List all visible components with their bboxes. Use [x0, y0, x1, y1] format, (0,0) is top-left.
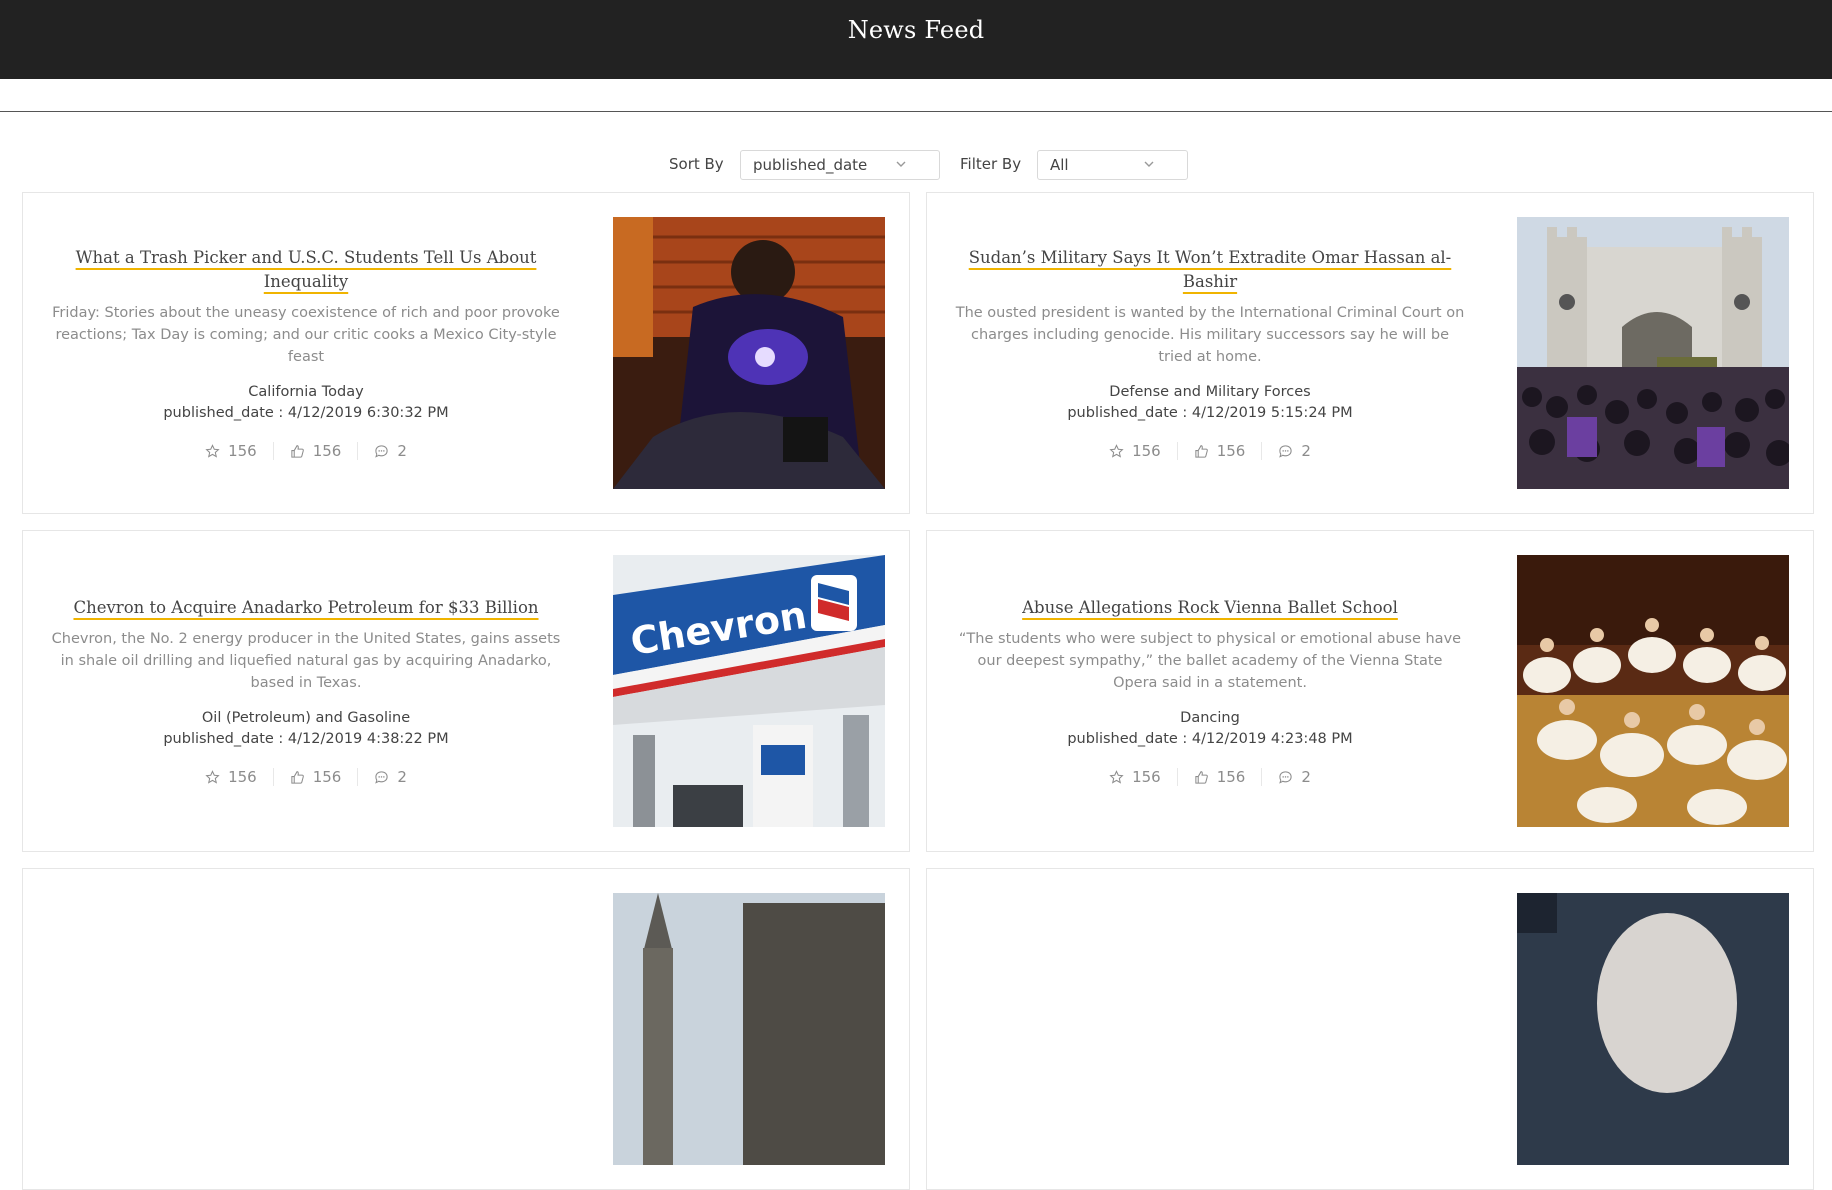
like-action[interactable]: 156	[272, 768, 358, 786]
ballet-dancers-photo	[1517, 555, 1789, 827]
article-card	[926, 868, 1814, 1190]
subnav-bar	[0, 79, 1832, 112]
star-icon	[205, 769, 220, 784]
article-section: Defense and Military Forces	[1109, 384, 1311, 400]
sudan-protest-photo	[1517, 217, 1789, 489]
like-count: 156	[1216, 768, 1246, 786]
article-image[interactable]	[613, 217, 885, 489]
article-image[interactable]	[1517, 555, 1789, 827]
like-action[interactable]: 156	[272, 442, 358, 460]
filter-select[interactable]: All	[1037, 150, 1188, 180]
article-text: Chevron to Acquire Anadarko Petroleum fo…	[51, 531, 561, 851]
page-title: News Feed	[847, 16, 985, 44]
like-action[interactable]: 156	[1176, 442, 1262, 460]
article-title-link[interactable]: Sudan’s Military Says It Won’t Extradite…	[955, 246, 1465, 294]
building-photo	[613, 893, 885, 1165]
article-stats: 156 156 2	[189, 768, 423, 786]
article-abstract: “The students who were subject to physic…	[958, 631, 1462, 691]
star-icon	[1109, 443, 1124, 458]
star-action[interactable]: 156	[1093, 442, 1177, 460]
article-date: published_date : 4/12/2019 5:15:24 PM	[1067, 405, 1353, 421]
article-text: Abuse Allegations Rock Vienna Ballet Sch…	[955, 531, 1465, 851]
article-abstract: Friday: Stories about the uneasy coexist…	[52, 305, 560, 365]
like-action[interactable]: 156	[1176, 768, 1262, 786]
article-abstract: The ousted president is wanted by the In…	[955, 305, 1465, 365]
comment-icon	[1279, 444, 1293, 458]
app-header: News Feed	[0, 0, 1832, 79]
like-icon	[291, 770, 304, 784]
article-text: Sudan’s Military Says It Won’t Extradite…	[955, 193, 1465, 513]
star-icon	[205, 443, 220, 458]
star-icon	[1109, 769, 1124, 784]
sort-label: Sort By	[669, 155, 724, 173]
star-action[interactable]: 156	[189, 442, 273, 460]
comment-icon	[375, 770, 389, 784]
article-card: Sudan’s Military Says It Won’t Extradite…	[926, 192, 1814, 514]
comment-action[interactable]: 2	[357, 442, 423, 460]
article-image[interactable]: Chevron	[613, 555, 885, 827]
star-count: 156	[228, 768, 257, 786]
toolbar: Sort By published_date Filter By All	[0, 112, 1832, 194]
star-action[interactable]: 156	[189, 768, 273, 786]
article-text: What a Trash Picker and U.S.C. Students …	[51, 193, 561, 513]
comment-count: 2	[397, 442, 407, 460]
comment-action[interactable]: 2	[1261, 442, 1327, 460]
article-date: published_date : 4/12/2019 6:30:32 PM	[163, 405, 449, 421]
article-stats: 156 156 2	[189, 442, 423, 460]
article-title-link[interactable]: Chevron to Acquire Anadarko Petroleum fo…	[73, 596, 538, 620]
comment-count: 2	[1301, 442, 1311, 460]
article-card: Chevron to Acquire Anadarko Petroleum fo…	[22, 530, 910, 852]
comment-count: 2	[1301, 768, 1311, 786]
filter-label: Filter By	[960, 155, 1022, 173]
sort-select[interactable]: published_date	[740, 150, 940, 180]
like-count: 156	[312, 442, 342, 460]
comment-icon	[375, 444, 389, 458]
article-section: Oil (Petroleum) and Gasoline	[201, 710, 411, 726]
article-date: published_date : 4/12/2019 4:23:48 PM	[1067, 731, 1353, 747]
chevron-down-icon	[1144, 161, 1154, 167]
article-card	[22, 868, 910, 1190]
comment-action[interactable]: 2	[1261, 768, 1327, 786]
chevron-down-icon	[896, 161, 906, 167]
like-icon	[291, 444, 304, 458]
article-card: Abuse Allegations Rock Vienna Ballet Sch…	[926, 530, 1814, 852]
article-image[interactable]	[1517, 893, 1789, 1165]
star-count: 156	[1132, 768, 1161, 786]
article-date: published_date : 4/12/2019 4:38:22 PM	[163, 731, 449, 747]
filter-select-value: All	[1050, 156, 1069, 174]
article-stats: 156 156 2	[1093, 768, 1327, 786]
like-icon	[1195, 444, 1208, 458]
chevron-station-photo: Chevron	[613, 555, 885, 827]
star-action[interactable]: 156	[1093, 768, 1177, 786]
article-image[interactable]	[613, 893, 885, 1165]
article-title-link[interactable]: What a Trash Picker and U.S.C. Students …	[51, 246, 561, 294]
article-stats: 156 156 2	[1093, 442, 1327, 460]
article-section: Dancing	[1180, 710, 1240, 726]
star-count: 156	[1132, 442, 1161, 460]
article-title-link[interactable]: Abuse Allegations Rock Vienna Ballet Sch…	[1022, 596, 1398, 620]
article-card: What a Trash Picker and U.S.C. Students …	[22, 192, 910, 514]
trash-picker-photo	[613, 217, 885, 489]
article-section: California Today	[248, 384, 364, 400]
sort-select-value: published_date	[753, 156, 868, 174]
comment-count: 2	[397, 768, 407, 786]
like-icon	[1195, 770, 1208, 784]
like-count: 156	[1216, 442, 1246, 460]
star-count: 156	[228, 442, 257, 460]
portrait-photo	[1517, 893, 1789, 1165]
comment-action[interactable]: 2	[357, 768, 423, 786]
article-image[interactable]	[1517, 217, 1789, 489]
article-abstract: Chevron, the No. 2 energy producer in th…	[51, 631, 561, 691]
like-count: 156	[312, 768, 342, 786]
comment-icon	[1279, 770, 1293, 784]
